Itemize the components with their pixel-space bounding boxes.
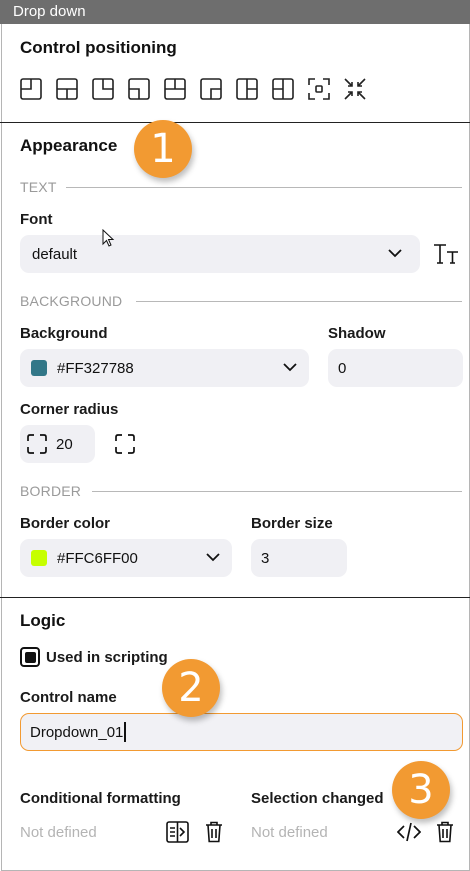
corner-radius-value: 20 bbox=[56, 435, 73, 453]
chevron-down-icon bbox=[388, 249, 402, 258]
control-name-value: Dropdown_01 bbox=[30, 723, 124, 741]
border-size-value: 3 bbox=[261, 549, 270, 567]
text-section-line bbox=[66, 187, 462, 188]
code-icon[interactable] bbox=[397, 822, 421, 842]
expand-icon[interactable] bbox=[308, 78, 330, 100]
section-divider bbox=[0, 122, 470, 123]
font-dropdown[interactable]: default bbox=[20, 235, 420, 273]
trash-icon[interactable] bbox=[436, 821, 454, 843]
callout-badge-2: 2 bbox=[162, 659, 220, 717]
text-size-icon[interactable] bbox=[433, 243, 459, 265]
background-label: Background bbox=[20, 325, 108, 342]
border-size-label: Border size bbox=[251, 515, 333, 532]
control-positioning-heading: Control positioning bbox=[20, 38, 177, 57]
checkbox-checked-mark bbox=[24, 651, 36, 663]
control-name-label: Control name bbox=[20, 689, 117, 706]
background-color-value: #FF327788 bbox=[57, 359, 134, 377]
background-color-swatch bbox=[31, 360, 47, 376]
shadow-input[interactable]: 0 bbox=[328, 349, 463, 387]
callout-badge-3: 3 bbox=[392, 761, 450, 819]
corner-radius-input[interactable]: 20 bbox=[20, 425, 95, 463]
appearance-heading: Appearance bbox=[20, 136, 118, 155]
font-label: Font bbox=[20, 211, 53, 228]
corner-radius-all-icon bbox=[27, 434, 47, 454]
control-name-input[interactable]: Dropdown_01 bbox=[20, 713, 463, 751]
position-bottom-right-icon[interactable] bbox=[200, 78, 222, 100]
used-in-scripting-label: Used in scripting bbox=[46, 649, 168, 666]
border-color-swatch bbox=[31, 550, 47, 566]
chevron-down-icon bbox=[283, 363, 297, 372]
border-color-value: #FFC6FF00 bbox=[57, 549, 138, 567]
text-caret bbox=[124, 722, 126, 742]
selection-changed-label: Selection changed bbox=[251, 790, 384, 807]
corner-radius-individual-icon[interactable] bbox=[115, 434, 135, 454]
position-top-left-icon[interactable] bbox=[20, 78, 42, 100]
corner-radius-label: Corner radius bbox=[20, 401, 119, 418]
border-section-label: BORDER bbox=[20, 483, 82, 499]
background-color-dropdown[interactable]: #FF327788 bbox=[20, 349, 309, 387]
border-color-label: Border color bbox=[20, 515, 111, 532]
used-in-scripting-checkbox[interactable] bbox=[20, 647, 40, 667]
position-top-right-icon[interactable] bbox=[92, 78, 114, 100]
conditional-formatting-value: Not defined bbox=[20, 824, 97, 841]
window-title: Drop down bbox=[0, 0, 470, 24]
font-value: default bbox=[32, 245, 78, 263]
background-section-line bbox=[136, 301, 462, 302]
logic-heading: Logic bbox=[20, 611, 66, 630]
position-bottom-center-icon[interactable] bbox=[164, 78, 186, 100]
position-bottom-left-icon[interactable] bbox=[128, 78, 150, 100]
background-section-label: BACKGROUND bbox=[20, 293, 123, 309]
border-size-input[interactable]: 3 bbox=[251, 539, 347, 577]
border-color-dropdown[interactable]: #FFC6FF00 bbox=[20, 539, 232, 577]
selection-changed-value: Not defined bbox=[251, 824, 328, 841]
border-section-line bbox=[92, 491, 462, 492]
position-right-icon[interactable] bbox=[272, 78, 294, 100]
section-divider bbox=[0, 597, 470, 598]
trash-icon[interactable] bbox=[205, 821, 223, 843]
chevron-down-icon bbox=[206, 553, 220, 562]
shadow-label: Shadow bbox=[328, 325, 386, 342]
shadow-value: 0 bbox=[338, 359, 347, 377]
position-top-center-icon[interactable] bbox=[56, 78, 78, 100]
collapse-icon[interactable] bbox=[344, 78, 366, 100]
text-section-label: TEXT bbox=[20, 179, 57, 195]
conditional-formatting-label: Conditional formatting bbox=[20, 790, 181, 807]
position-left-icon[interactable] bbox=[236, 78, 258, 100]
edit-formatting-icon[interactable] bbox=[166, 821, 189, 843]
callout-badge-1: 1 bbox=[134, 120, 192, 178]
mouse-cursor-icon bbox=[102, 229, 115, 247]
